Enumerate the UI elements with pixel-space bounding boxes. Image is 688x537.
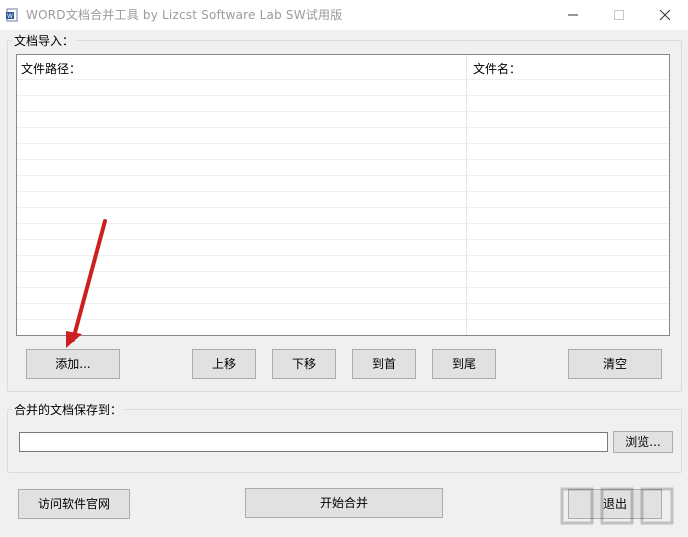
close-icon: [659, 9, 671, 21]
row-line: [17, 127, 669, 128]
start-merge-button[interactable]: 开始合并: [245, 488, 443, 518]
add-button[interactable]: 添加...: [26, 349, 120, 379]
row-line: [17, 175, 669, 176]
row-line: [17, 335, 669, 336]
file-list-header: 文件路径： 文件名：: [17, 55, 669, 79]
watermark-logo: [560, 487, 674, 525]
move-to-top-button[interactable]: 到首: [352, 349, 416, 379]
row-line: [17, 207, 669, 208]
row-line: [17, 287, 669, 288]
minimize-button[interactable]: [550, 0, 596, 30]
column-header-path[interactable]: 文件路径：: [21, 60, 81, 77]
move-to-bottom-button[interactable]: 到尾: [432, 349, 496, 379]
column-header-name[interactable]: 文件名：: [473, 60, 521, 77]
clear-button[interactable]: 清空: [568, 349, 662, 379]
move-down-button[interactable]: 下移: [272, 349, 336, 379]
row-line: [17, 159, 669, 160]
row-line: [17, 271, 669, 272]
maximize-button: [596, 0, 642, 30]
app-window: W WORD文档合并工具 by Lizcst Software Lab SW试用…: [0, 0, 688, 537]
svg-text:W: W: [7, 13, 13, 20]
row-line: [17, 111, 669, 112]
browse-button[interactable]: 浏览...: [613, 431, 673, 453]
visit-website-button[interactable]: 访问软件官网: [18, 489, 130, 519]
import-group-label: 文档导入：: [12, 32, 77, 49]
row-line: [17, 239, 669, 240]
title-bar[interactable]: W WORD文档合并工具 by Lizcst Software Lab SW试用…: [0, 0, 688, 30]
close-button[interactable]: [642, 0, 688, 30]
row-line: [17, 303, 669, 304]
row-line: [17, 95, 669, 96]
row-line: [17, 223, 669, 224]
row-line: [17, 143, 669, 144]
save-group-label: 合并的文档保存到：: [12, 401, 125, 418]
minimize-icon: [568, 14, 578, 16]
row-line: [17, 255, 669, 256]
save-path-input[interactable]: [19, 432, 608, 452]
window-title: WORD文档合并工具 by Lizcst Software Lab SW试用版: [26, 8, 343, 22]
word-app-icon: W: [6, 8, 20, 22]
row-line: [17, 191, 669, 192]
move-up-button[interactable]: 上移: [192, 349, 256, 379]
row-line: [17, 319, 669, 320]
maximize-icon: [614, 10, 624, 20]
row-line: [17, 79, 669, 80]
column-separator[interactable]: [466, 55, 467, 335]
file-list[interactable]: 文件路径： 文件名：: [16, 54, 670, 336]
